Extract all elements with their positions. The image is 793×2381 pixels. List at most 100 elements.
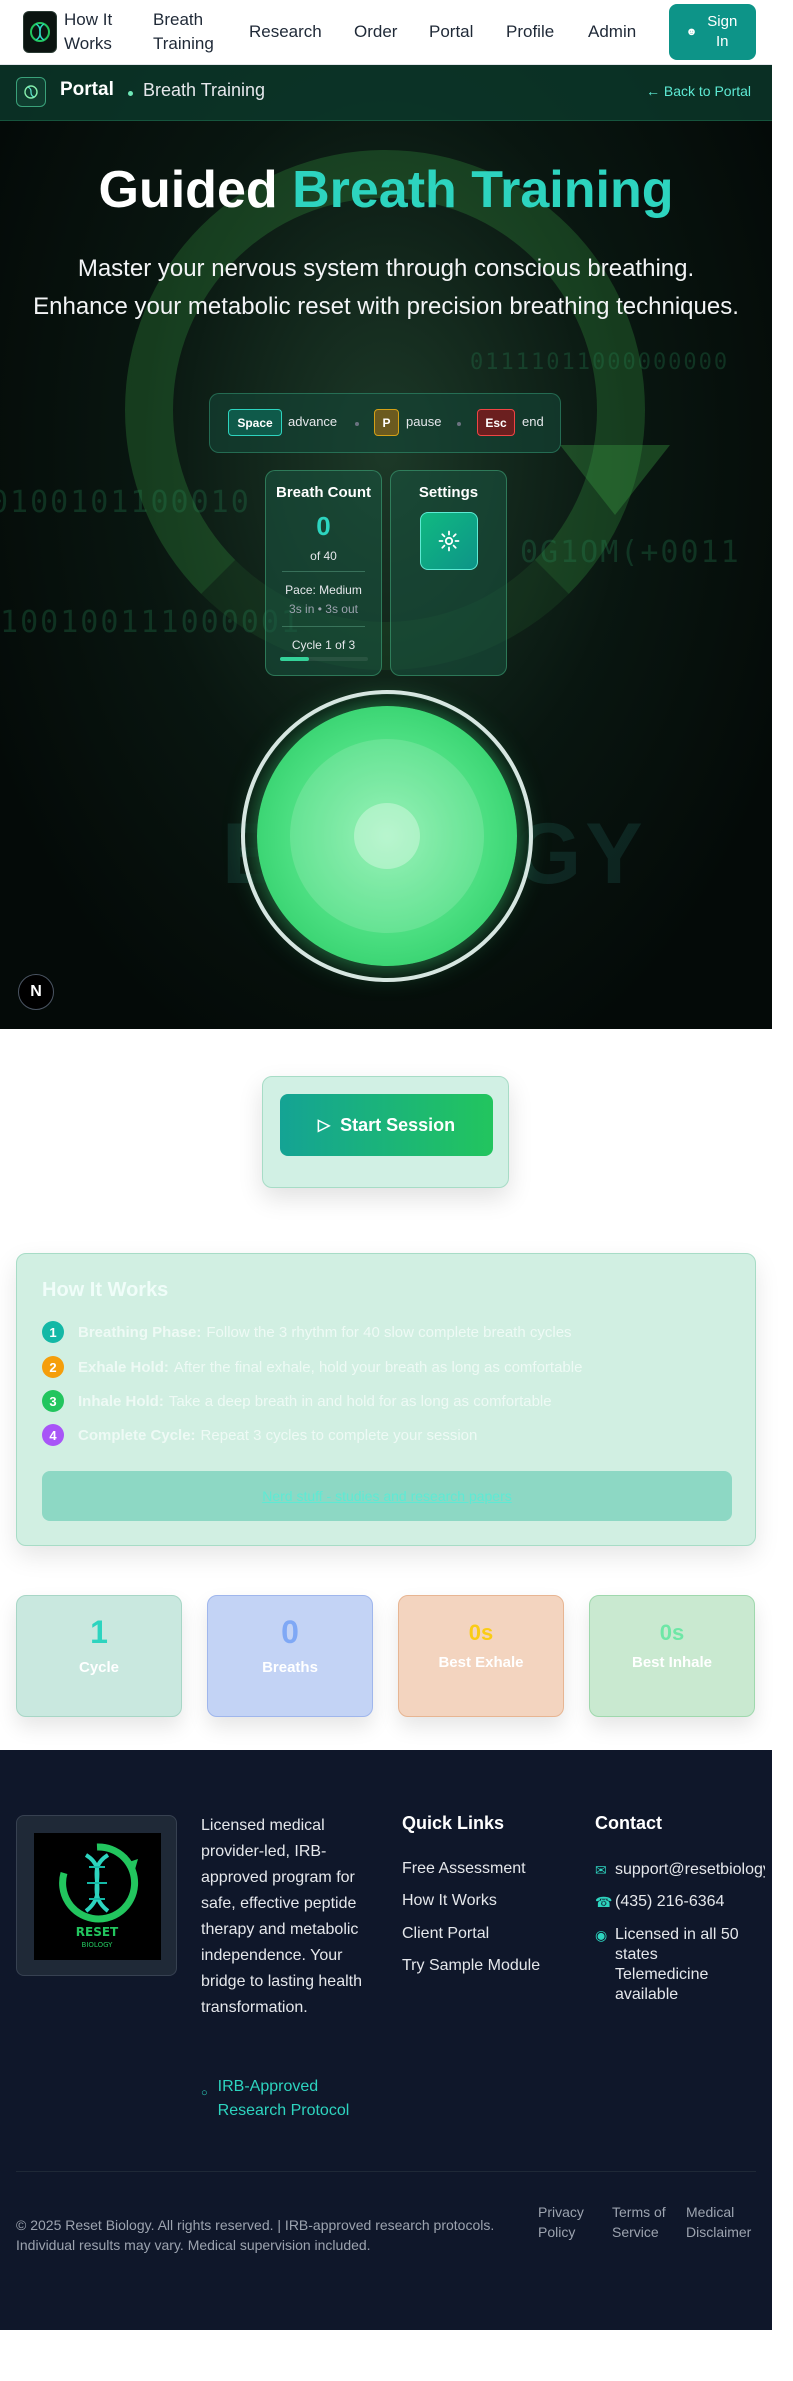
footer-logo: RESET BIOLOGY bbox=[16, 1815, 177, 1976]
background-arrow bbox=[560, 445, 670, 515]
logo-subtext: BIOLOGY bbox=[82, 1941, 114, 1949]
separator-dot bbox=[355, 422, 359, 426]
cycle-label: Cycle 1 of 3 bbox=[291, 638, 356, 652]
separator-dot bbox=[457, 422, 461, 426]
email-text: support@resetbiology.com bbox=[615, 1861, 765, 1878]
footer-description: Licensed medical provider-led, IRB-appro… bbox=[201, 1817, 362, 2016]
quick-links-title: Quick Links bbox=[402, 1813, 505, 1833]
copyright: © 2025 Reset Biology. All rights reserve… bbox=[16, 2217, 495, 2253]
stat-label: Best Exhale bbox=[438, 1654, 524, 1671]
contact-phone[interactable]: ☎ (435) 216-6364 bbox=[595, 1892, 724, 1912]
medical-disclaimer-link[interactable]: Medical Disclaimer bbox=[686, 2202, 758, 2242]
divider bbox=[282, 571, 365, 572]
step-text: Follow the 3 rhythm for 40 slow complete… bbox=[206, 1323, 572, 1341]
gear-icon bbox=[438, 530, 460, 552]
footer: RESET BIOLOGY Licensed medical provider-… bbox=[0, 1750, 772, 2330]
binary-decoration: 01111011000000000 bbox=[470, 350, 730, 375]
footer-link-how-it-works[interactable]: How It Works bbox=[402, 1892, 497, 1910]
privacy-policy-link[interactable]: Privacy Policy bbox=[538, 2202, 598, 2242]
circle-icon: ○ bbox=[201, 2087, 208, 2099]
nav-breath-training[interactable]: Breath Training bbox=[153, 8, 228, 56]
back-to-portal-link[interactable]: ← Back to Portal bbox=[646, 83, 751, 99]
separator-dot bbox=[128, 91, 133, 96]
start-session-button[interactable]: ▷ Start Session bbox=[280, 1094, 493, 1156]
play-icon: ▷ bbox=[317, 1117, 331, 1134]
contact-email[interactable]: ✉ support@resetbiology.com bbox=[595, 1860, 765, 1880]
phone-icon: ☎ bbox=[595, 1894, 613, 1910]
breath-count-title: Breath Count bbox=[276, 484, 371, 501]
stat-value: 1 bbox=[90, 1614, 108, 1650]
step-text: Repeat 3 cycles to complete your session bbox=[200, 1426, 478, 1444]
stat-card-best-inhale: 0s Best Inhale bbox=[589, 1595, 755, 1717]
stat-card-best-exhale: 0s Best Exhale bbox=[398, 1595, 564, 1717]
step-text: Take a deep breath in and hold for as lo… bbox=[168, 1392, 552, 1410]
step-number: 1 bbox=[42, 1321, 64, 1343]
nav-portal[interactable]: Portal bbox=[429, 20, 473, 44]
step-label: Inhale Hold: bbox=[78, 1392, 164, 1410]
step-number: 3 bbox=[42, 1390, 64, 1412]
start-session-panel: ▷ Start Session bbox=[262, 1076, 509, 1188]
step-label: Breathing Phase: bbox=[78, 1323, 202, 1341]
irb-badge[interactable]: ○ IRB-Approved Research Protocol bbox=[201, 2075, 368, 2123]
footer-link-free-assessment[interactable]: Free Assessment bbox=[402, 1860, 526, 1878]
space-action: advance bbox=[288, 414, 338, 429]
portal-subtitle: Breath Training bbox=[143, 80, 266, 100]
breath-count-card: Breath Count 0 of 40 Pace: Medium 3s in … bbox=[265, 470, 382, 676]
cycle-progress-fill bbox=[280, 657, 310, 661]
phone-text: (435) 216-6364 bbox=[615, 1893, 725, 1910]
user-icon: ☻ bbox=[685, 26, 698, 38]
pace-timing: 3s in • 3s out bbox=[289, 602, 358, 616]
breath-count-total: of 40 bbox=[310, 549, 337, 563]
binary-decoration: 0100101100010 bbox=[0, 485, 251, 520]
stat-card-breaths: 0 Breaths bbox=[207, 1595, 373, 1717]
logo-text: RESET bbox=[76, 1925, 119, 1939]
title-plain: Guided bbox=[98, 161, 278, 219]
sign-in-label: Sign In bbox=[707, 13, 738, 50]
contact-licensed: ◉ Licensed in all 50 states Telemedicine… bbox=[595, 1925, 755, 2005]
pace-label: Pace: Medium bbox=[285, 583, 362, 597]
research-papers-link[interactable]: Nerd stuff - studies and research papers bbox=[42, 1471, 732, 1521]
nav-research[interactable]: Research bbox=[249, 20, 322, 44]
stat-value: 0s bbox=[659, 1620, 685, 1645]
settings-title: Settings bbox=[418, 484, 479, 501]
cycle-progress-bar bbox=[280, 657, 368, 661]
mail-icon: ✉ bbox=[595, 1862, 607, 1878]
nav-order[interactable]: Order bbox=[354, 20, 397, 44]
contact-title: Contact bbox=[595, 1813, 662, 1833]
footer-link-client-portal[interactable]: Client Portal bbox=[402, 1925, 489, 1943]
settings-button[interactable] bbox=[420, 512, 478, 570]
hero-lead-1: Master your nervous system through consc… bbox=[77, 255, 695, 282]
sign-in-button[interactable]: ☻ Sign In bbox=[669, 4, 756, 60]
dna-logo-icon: RESET BIOLOGY bbox=[59, 1843, 139, 1949]
p-key: P bbox=[374, 409, 399, 436]
start-session-label: Start Session bbox=[340, 1114, 456, 1135]
nav-profile[interactable]: Profile bbox=[506, 20, 554, 44]
space-key: Space bbox=[228, 409, 282, 436]
p-action: pause bbox=[406, 414, 442, 429]
portal-title: Portal bbox=[60, 79, 114, 100]
divider bbox=[282, 626, 365, 627]
nav-how-it-works[interactable]: How It Works bbox=[64, 8, 134, 56]
irb-label: IRB-Approved Research Protocol bbox=[217, 2078, 350, 2119]
nav-admin[interactable]: Admin bbox=[588, 20, 636, 44]
dna-icon bbox=[24, 85, 38, 99]
stat-label: Cycle bbox=[78, 1659, 120, 1676]
site-logo[interactable] bbox=[23, 11, 57, 53]
settings-card: Settings bbox=[390, 470, 507, 676]
how-it-works-title: How It Works bbox=[42, 1279, 169, 1301]
top-nav: How It Works Breath Training Research Or… bbox=[0, 0, 772, 65]
breath-count-value: 0 bbox=[316, 511, 331, 541]
terms-of-service-link[interactable]: Terms of Service bbox=[612, 2202, 668, 2242]
page-title: Guided Breath Training bbox=[0, 160, 772, 220]
esc-action: end bbox=[522, 414, 544, 429]
footer-link-sample-module[interactable]: Try Sample Module bbox=[402, 1957, 540, 1975]
portal-logo bbox=[16, 77, 46, 107]
footer-divider bbox=[16, 2171, 756, 2172]
stat-value: 0s bbox=[468, 1620, 494, 1645]
step-label: Complete Cycle: bbox=[78, 1426, 196, 1444]
breath-orb-core bbox=[354, 803, 420, 869]
step-text: After the final exhale, hold your breath… bbox=[173, 1358, 583, 1376]
step-label: Exhale Hold: bbox=[78, 1358, 169, 1376]
page: How It Works Breath Training Research Or… bbox=[0, 0, 793, 2381]
dev-badge[interactable]: N bbox=[18, 974, 54, 1010]
